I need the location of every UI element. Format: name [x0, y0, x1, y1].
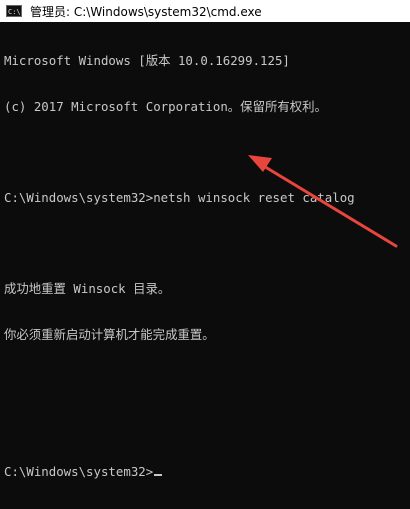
text-cursor — [154, 473, 163, 476]
console-line: 你必须重新启动计算机才能完成重置。 — [4, 326, 215, 342]
cmd-window: C:\ 管理员: C:\Windows\system32\cmd.exe Mic… — [0, 0, 410, 479]
title-bar[interactable]: C:\ 管理员: C:\Windows\system32\cmd.exe — [0, 0, 410, 22]
console-app-icon: C:\ — [6, 5, 22, 17]
console-line: (c) 2017 Microsoft Corporation。保留所有权利。 — [4, 99, 327, 114]
console-line: Microsoft Windows [版本 10.0.16299.125] — [4, 53, 290, 69]
command-prompt: C:\Windows\system32> — [4, 463, 154, 479]
prompt-line[interactable]: C:\Windows\system32> — [4, 464, 410, 479]
window-title: 管理员: C:\Windows\system32\cmd.exe — [30, 4, 262, 19]
console-output[interactable]: Microsoft Windows [版本 10.0.16299.125] (c… — [4, 23, 410, 478]
console-line: 成功地重置 Winsock 目录。 — [4, 281, 171, 297]
console-line: C:\Windows\system32>netsh winsock reset … — [4, 190, 355, 206]
